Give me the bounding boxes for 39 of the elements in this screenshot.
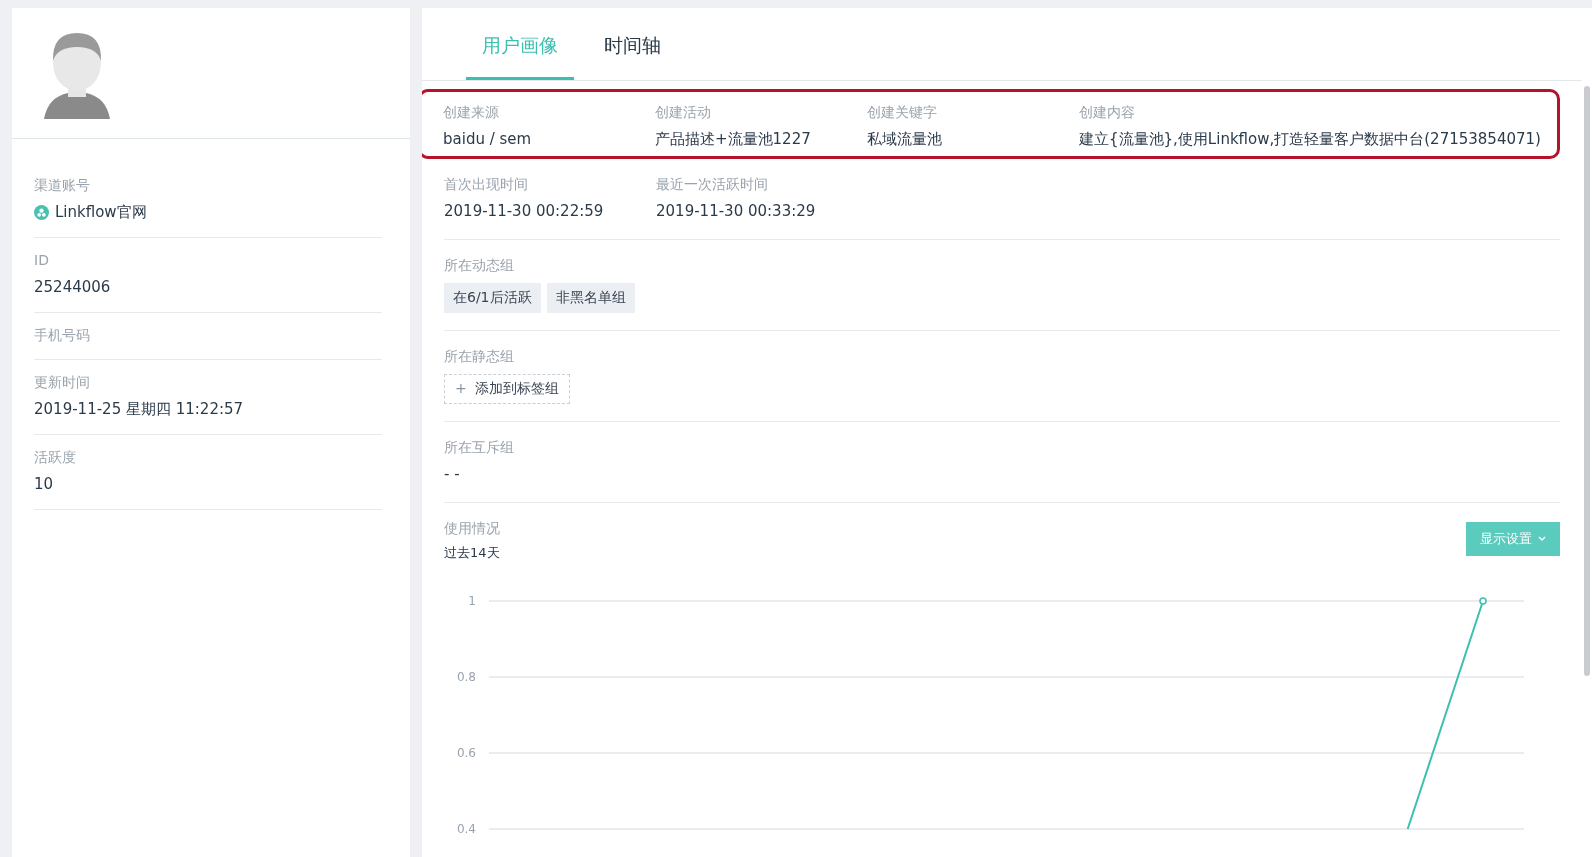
chevron-down-icon (1538, 536, 1546, 542)
field-label: 所在互斥组 (444, 438, 515, 457)
field-label: 创建活动 (655, 103, 712, 122)
axis-label: 0.4 (456, 822, 476, 834)
add-tag-group-button[interactable]: + 添加到标签组 (444, 374, 570, 404)
field-label: 更新时间 (34, 373, 91, 392)
field-value: 私域流量池 (867, 129, 943, 150)
field-value: 产品描述+流量池1227 (655, 129, 812, 150)
field-label: ID (34, 251, 50, 270)
tab[interactable]: 时间轴 (588, 33, 677, 80)
field-label: 创建内容 (1079, 103, 1136, 122)
period-label: 过去14天 (444, 544, 500, 562)
section-title: 使用情况 (444, 519, 500, 538)
field-label: 首次出现时间 (444, 175, 529, 194)
scrollbar-thumb[interactable] (1584, 86, 1590, 676)
field-value: baidu / sem (443, 129, 533, 150)
field-value: 建立{流量池},使用Linkflow,打造轻量客户数据中台(27153854071) (1079, 129, 1542, 150)
field-value: 2019-11-25 星期四 11:22:57 (34, 399, 244, 420)
field-value: 2019-11-30 00:33:29 (656, 201, 817, 222)
axis-label: 0.8 (456, 670, 476, 684)
group-tag: 在6/1后活跃 (444, 283, 541, 313)
group-tag: 非黑名单组 (546, 283, 635, 313)
field-label: 活跃度 (34, 448, 77, 467)
field-label: 最近一次活跃时间 (656, 175, 769, 194)
field-label: 渠道账号 (34, 176, 91, 195)
field-label: 所在静态组 (444, 347, 515, 366)
field-value: - - (444, 464, 461, 485)
field-label: 所在动态组 (444, 256, 515, 275)
field-value: 10 (34, 474, 54, 495)
channel-icon (34, 204, 49, 220)
data-point (1479, 597, 1487, 605)
field-label: 创建关键字 (867, 103, 938, 122)
field-value: Linkflow官网 (55, 202, 147, 223)
field-label: 创建来源 (443, 103, 500, 122)
axis-label: 0.6 (456, 746, 476, 760)
axis-label: 1 (468, 594, 476, 608)
field-label: 手机号码 (34, 326, 91, 345)
field-value: 25244006 (34, 277, 111, 298)
field-value: 2019-11-30 00:22:59 (444, 201, 605, 222)
